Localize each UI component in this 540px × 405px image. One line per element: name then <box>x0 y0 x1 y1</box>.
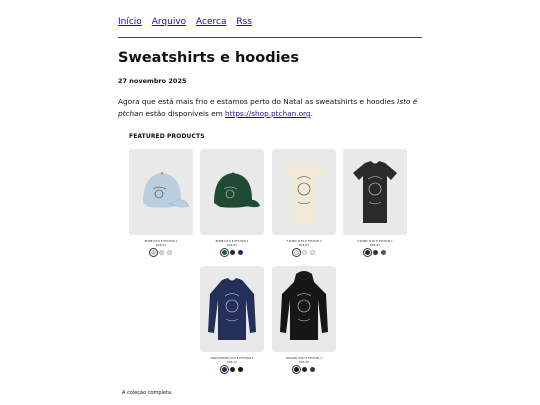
product-card[interactable]: BONÉ ISTO É PTCHAN 1 €24,63 <box>129 149 193 257</box>
color-swatch[interactable] <box>301 367 307 372</box>
product-card[interactable]: T-SHIRT ISTO É PTCHAN 1 €24,63 <box>343 149 407 257</box>
sweatshirt-product-image[interactable] <box>200 266 264 352</box>
color-swatches <box>272 248 336 257</box>
color-swatches <box>200 248 264 257</box>
color-swatch[interactable] <box>166 250 172 255</box>
product-card[interactable]: HOODIE ISTO É PTCHAN 1 €43,95 <box>272 266 336 374</box>
post-date: 27 novembro 2025 <box>118 77 187 85</box>
color-swatch[interactable] <box>291 248 301 257</box>
color-swatch[interactable] <box>237 367 243 372</box>
nav-link-acerca[interactable]: Acerca <box>196 17 226 27</box>
color-swatch[interactable] <box>309 367 315 372</box>
color-swatch[interactable] <box>309 250 315 255</box>
product-price: €24,63 <box>299 243 309 247</box>
cap-product-image[interactable] <box>200 149 264 235</box>
color-swatch[interactable] <box>229 367 235 372</box>
post-body: Agora que está mais frio e estamos perto… <box>118 96 418 120</box>
color-swatch[interactable] <box>372 250 378 255</box>
color-swatch[interactable] <box>380 250 386 255</box>
product-card[interactable]: SWEATSHIRT ISTO É PTCHAN 1 €35,15 <box>200 266 264 374</box>
color-swatches <box>129 248 193 257</box>
nav-link-rss[interactable]: Rss <box>236 17 252 27</box>
featured-products-heading: FEATURED PRODUCTS <box>129 133 205 140</box>
color-swatches <box>272 365 336 374</box>
nav-link-inicio[interactable]: Início <box>118 17 142 27</box>
color-swatch[interactable] <box>148 248 158 257</box>
cap-product-image[interactable] <box>129 149 193 235</box>
hoodie-product-image[interactable] <box>272 266 336 352</box>
product-card[interactable]: BONÉ ISTO É PTCHAN 1 €24,63 <box>200 149 264 257</box>
color-swatch[interactable] <box>301 250 307 255</box>
product-price: €35,15 <box>227 360 237 364</box>
color-swatch[interactable] <box>362 248 372 257</box>
product-price: €43,95 <box>299 360 309 364</box>
tshirt-product-image[interactable] <box>272 149 336 235</box>
tshirt-product-image[interactable] <box>343 149 407 235</box>
color-swatch[interactable] <box>219 365 229 374</box>
color-swatch[interactable] <box>237 250 243 255</box>
color-swatches <box>200 365 264 374</box>
color-swatch[interactable] <box>158 250 164 255</box>
header-divider <box>118 37 422 38</box>
collection-caption: A coleção completa. <box>122 390 173 396</box>
product-price: €24,63 <box>370 243 380 247</box>
color-swatches <box>343 248 407 257</box>
body-text: estão disponíveis em <box>143 109 226 118</box>
product-price: €24,63 <box>227 243 237 247</box>
product-card[interactable]: T-SHIRT ISTO É PTCHAN 1 €24,63 <box>272 149 336 257</box>
product-price: €24,63 <box>156 243 166 247</box>
body-text: . <box>310 109 313 118</box>
body-text: Agora que está mais frio e estamos perto… <box>118 97 398 106</box>
nav-link-arquivo[interactable]: Arquivo <box>152 17 186 27</box>
post-title: Sweatshirts e hoodies <box>118 50 300 66</box>
color-swatch[interactable] <box>219 248 229 257</box>
shop-link[interactable]: https://shop.ptchan.org <box>225 109 311 118</box>
color-swatch[interactable] <box>291 365 301 374</box>
top-nav: Início Arquivo Acerca Rss <box>118 17 259 27</box>
color-swatch[interactable] <box>229 250 235 255</box>
